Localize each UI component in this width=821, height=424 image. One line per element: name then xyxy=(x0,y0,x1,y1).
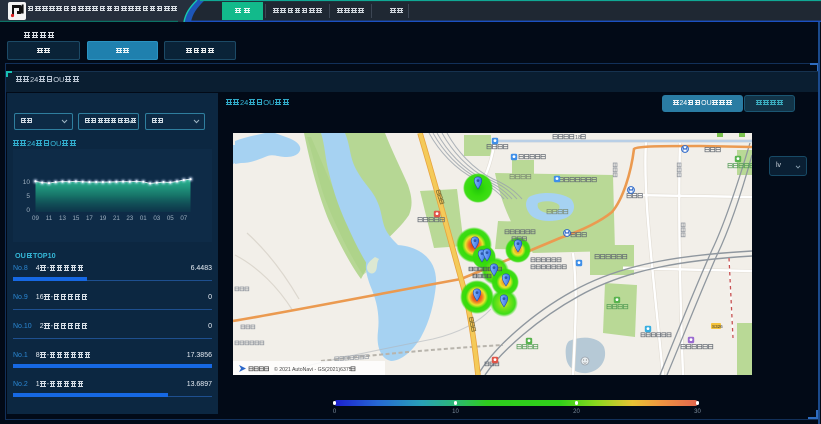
svg-text:© 2021 AutoNavi - GS(2021)6375: © 2021 AutoNavi - GS(2021)6375 xyxy=(274,366,352,373)
svg-text:8: 8 xyxy=(578,135,581,141)
svg-text:S326: S326 xyxy=(712,324,723,329)
